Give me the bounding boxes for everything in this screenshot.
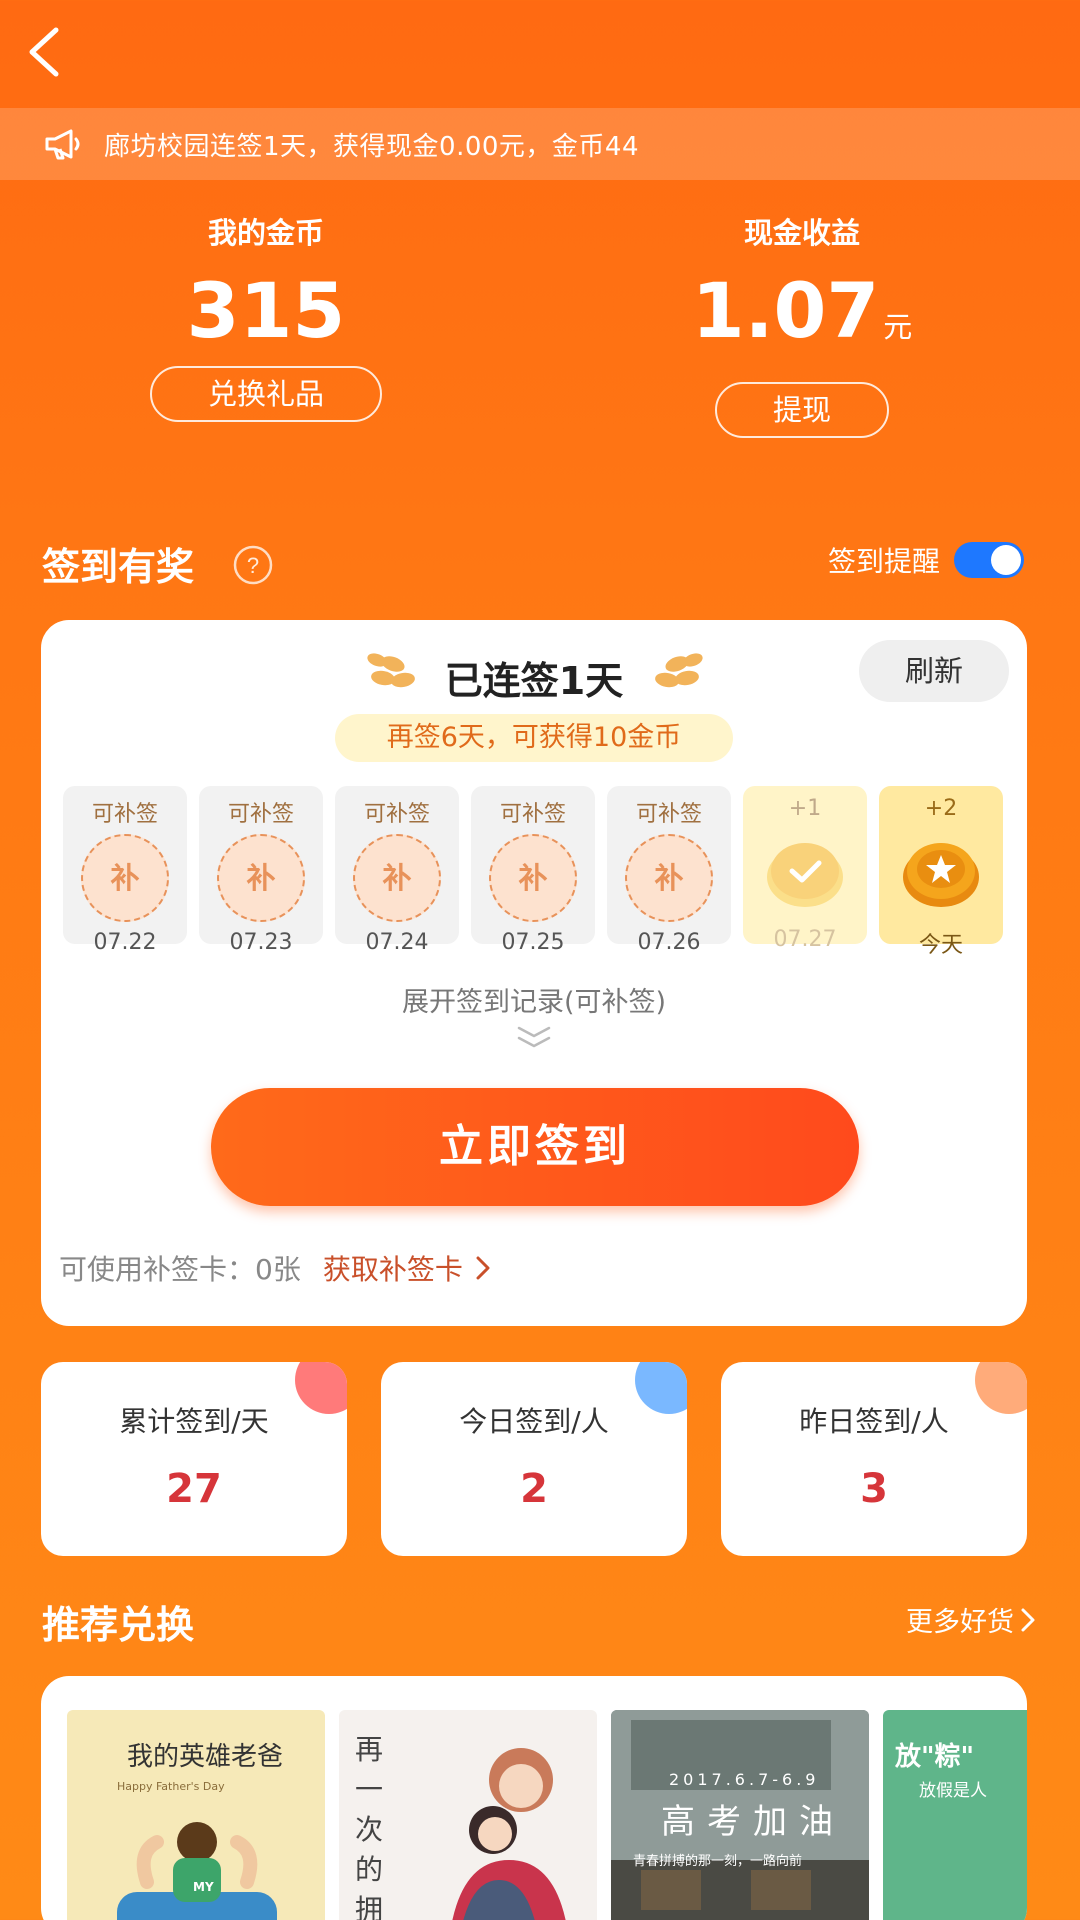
day-date: 07.27 <box>773 927 837 952</box>
coins-panel: 我的金币 315 兑换礼品 <box>56 210 476 422</box>
coins-value: 315 <box>186 266 346 355</box>
item-subcaption: 放假是人 <box>919 1781 987 1801</box>
signin-days: 可补签 补 07.22 可补签 补 07.23 可补签 补 07.24 可补签 … <box>63 786 1007 958</box>
day-date: 07.25 <box>501 930 565 955</box>
stat-value: 27 <box>166 1466 222 1512</box>
day-date: 07.24 <box>365 930 429 955</box>
notice-bar[interactable]: 廊坊校园连签1天，获得现金0.00元，金币44 <box>0 108 1080 180</box>
withdraw-button[interactable]: 提现 <box>714 382 889 438</box>
day-today[interactable]: +2 今天 <box>879 786 1003 958</box>
cash-panel: 现金收益 1.07 元 提现 <box>592 210 1012 438</box>
makeup-badge: 补 <box>217 834 305 922</box>
get-makeup-card-label: 获取补签卡 <box>322 1253 463 1286</box>
item-caption: 高考加油 <box>661 1802 845 1842</box>
day-date: 07.26 <box>637 930 701 955</box>
star-coin-icon <box>903 843 979 907</box>
reminder-toggle[interactable] <box>954 542 1024 578</box>
reminder-label: 签到提醒 <box>827 545 940 578</box>
signin-card: 已连签1天 刷新 再签6天，可获得10金币 可补签 补 07.22 可补签 补 … <box>41 620 1027 1326</box>
father-child-illustration <box>117 1822 277 1920</box>
stat-card-today-users: 今日签到/人 2 <box>381 1362 687 1556</box>
day-date: 07.23 <box>229 930 293 955</box>
day-makeup-0724[interactable]: 可补签 补 07.24 <box>335 786 459 955</box>
day-status: 可补签 <box>499 802 566 827</box>
makeup-badge: 补 <box>81 834 169 922</box>
day-status: 可补签 <box>91 802 158 827</box>
stat-card-yesterday-users: 昨日签到/人 3 <box>721 1362 1027 1556</box>
day-reward: +2 <box>924 796 958 821</box>
toggle-knob <box>991 545 1021 575</box>
makeup-badge: 补 <box>625 834 713 922</box>
cash-value: 1.07 <box>691 266 880 355</box>
stat-label: 今日签到/人 <box>459 1405 609 1438</box>
recommend-section-title: 推荐兑换 <box>42 1603 195 1647</box>
day-status: 可补签 <box>363 802 430 827</box>
refresh-button[interactable]: 刷新 <box>859 640 1009 702</box>
question-icon: ? <box>233 545 273 585</box>
item-date: 2017.6.7-6.9 <box>669 1770 820 1789</box>
makeup-card-count: 可使用补签卡：0张 <box>59 1253 301 1286</box>
day-makeup-0726[interactable]: 可补签 补 07.26 <box>607 786 731 955</box>
makeup-card-row: 可使用补签卡：0张 获取补签卡 <box>59 1248 491 1288</box>
item-badge: MY <box>193 1880 214 1894</box>
stat-label: 累计签到/天 <box>119 1405 269 1438</box>
makeup-badge: 补 <box>489 834 577 922</box>
day-reward: +1 <box>788 796 822 821</box>
recommend-item[interactable]: 再一次的拥抱 <box>339 1710 597 1920</box>
stat-value: 2 <box>520 1466 548 1512</box>
more-goods-label: 更多好货 <box>906 1607 1014 1638</box>
recommend-item[interactable]: 2017.6.7-6.9 高考加油 青春拼搏的那一刻，一路向前 <box>611 1710 869 1920</box>
item-tagline: 青春拼搏的那一刻，一路向前 <box>633 1854 803 1869</box>
stat-label: 昨日签到/人 <box>799 1405 949 1438</box>
chevron-right-icon <box>476 1256 490 1280</box>
makeup-badge: 补 <box>353 834 441 922</box>
day-makeup-0722[interactable]: 可补签 补 07.22 <box>63 786 187 955</box>
item-caption: 再一次的拥抱 <box>355 1733 384 1920</box>
redeem-gift-button[interactable]: 兑换礼品 <box>149 366 382 422</box>
expand-records-link[interactable]: 展开签到记录(可补签) <box>41 980 1027 1019</box>
day-makeup-0725[interactable]: 可补签 补 07.25 <box>471 786 595 955</box>
stat-card-total-days: 累计签到/天 27 <box>41 1362 347 1556</box>
get-makeup-card-link[interactable]: 获取补签卡 <box>323 1248 491 1288</box>
cash-unit: 元 <box>883 310 913 344</box>
item-caption: 放"粽" <box>895 1742 975 1772</box>
check-coin-icon <box>767 843 843 907</box>
streak-hint: 再签6天，可获得10金币 <box>335 714 733 762</box>
recommend-item[interactable]: 我的英雄老爸 Happy Father's Day MY <box>67 1710 325 1920</box>
svg-text:?: ? <box>247 553 259 578</box>
item-caption: 我的英雄老爸 <box>127 1742 284 1772</box>
more-goods-link[interactable]: 更多好货 <box>906 1600 1036 1639</box>
chevron-right-icon <box>1021 1608 1035 1631</box>
day-makeup-0723[interactable]: 可补签 补 07.23 <box>199 786 323 955</box>
megaphone-icon <box>45 129 80 160</box>
signin-section-title: 签到有奖 <box>42 545 195 589</box>
day-status: 可补签 <box>227 802 294 827</box>
signin-now-button[interactable]: 立即签到 <box>211 1088 859 1206</box>
coins-label: 我的金币 <box>207 216 324 250</box>
recommend-item[interactable]: 放"粽" 放假是人 <box>883 1710 1027 1920</box>
cash-label: 现金收益 <box>743 216 860 250</box>
day-status: 可补签 <box>635 802 702 827</box>
day-date: 今天 <box>918 933 963 958</box>
top-bar <box>0 0 1080 108</box>
cash-value-row: 1.07 元 <box>592 266 1012 372</box>
recommend-panel: 我的英雄老爸 Happy Father's Day MY 再一次的拥抱 <box>41 1676 1027 1920</box>
chevron-double-down-icon <box>517 1026 551 1048</box>
day-date: 07.22 <box>93 930 157 955</box>
help-button[interactable]: ? <box>232 544 274 590</box>
day-signed-0727: +1 07.27 <box>743 786 867 952</box>
signin-reminder: 签到提醒 <box>828 540 1024 580</box>
chevron-left-icon <box>29 27 59 77</box>
hug-illustration <box>452 1748 566 1920</box>
item-subcaption: Happy Father's Day <box>117 1780 225 1793</box>
laurel-right-icon <box>655 653 703 688</box>
stat-value: 3 <box>860 1466 888 1512</box>
back-button[interactable] <box>24 22 84 82</box>
notice-text: 廊坊校园连签1天，获得现金0.00元，金币44 <box>104 131 640 162</box>
